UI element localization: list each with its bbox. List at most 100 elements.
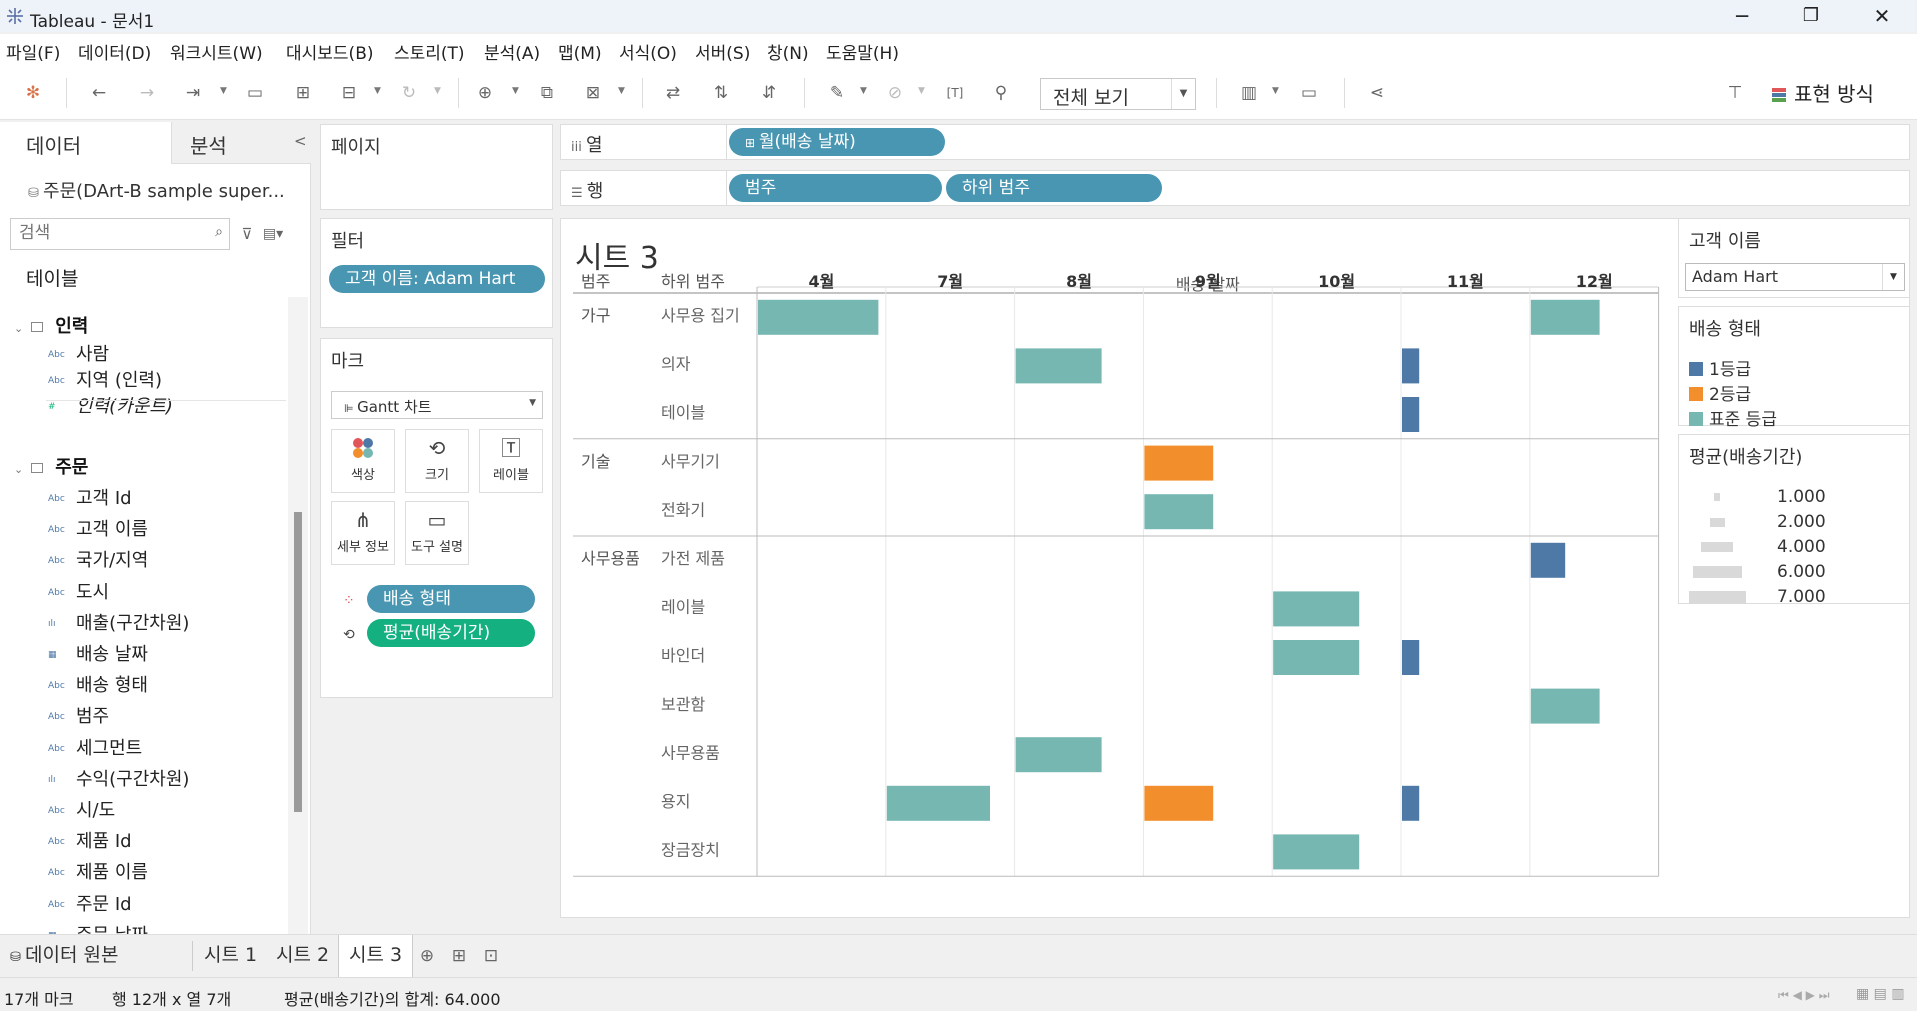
show-me-button[interactable]: 표현 방식 (1772, 78, 1874, 107)
show-cards-caret-icon[interactable]: ▼ (1272, 86, 1279, 96)
customer-filter-dropdown[interactable]: Adam Hart ▼ (1685, 263, 1905, 291)
field-item[interactable]: Abc 배송 형태 (48, 671, 148, 697)
legend-item[interactable]: 2등급 (1689, 380, 1751, 405)
refresh-icon[interactable]: ↻ (398, 82, 420, 104)
search-input[interactable] (19, 219, 199, 247)
group-caret-icon[interactable]: ▼ (918, 86, 925, 96)
mark-type-caret-icon[interactable]: ▼ (529, 398, 536, 408)
rows-pill-subcategory[interactable]: 하위 범주 (946, 174, 1162, 202)
field-item[interactable]: Abc 도시 (48, 578, 109, 604)
tab-analysis[interactable]: 분석 (190, 130, 227, 159)
size-pill-avg-ship-days[interactable]: 평균(배송기간) (367, 619, 535, 647)
legend-item[interactable]: 1등급 (1689, 355, 1751, 380)
clear-sheet-icon[interactable]: ⊠ (582, 82, 604, 104)
new-worksheet-tab-icon[interactable]: ⊕ (416, 945, 438, 967)
pause-updates-icon[interactable]: ⊟ (338, 82, 360, 104)
new-datasource-icon[interactable]: ⊞ (292, 82, 314, 104)
tab-data[interactable]: 데이터 (26, 130, 81, 159)
field-item[interactable]: ılı 수익(구간차원) (48, 765, 189, 791)
sheet-tab-3[interactable]: 시트 3 (338, 935, 414, 977)
field-item[interactable]: ılı 매출(구간차원) (48, 609, 189, 635)
field-item[interactable]: Abc 범주 (48, 702, 109, 728)
legend-item[interactable]: 표준 등급 (1689, 405, 1777, 430)
highlight-caret-icon[interactable]: ▼ (860, 86, 867, 96)
field-item[interactable]: Abc 사람 (48, 340, 109, 366)
restore-button[interactable]: ❐ (1786, 0, 1836, 32)
fit-view-dropdown[interactable]: 전체 보기 ▼ (1040, 78, 1196, 110)
table-group-people[interactable]: ⌄ 인력 (14, 312, 88, 338)
field-item[interactable]: Abc 주문 Id (48, 890, 132, 916)
pages-card[interactable]: 페이지 (320, 124, 553, 210)
field-item[interactable]: Abc 고객 이름 (48, 515, 148, 541)
format-painter-icon[interactable]: ⊤ (1724, 82, 1746, 104)
search-icon[interactable]: ⌕ (215, 224, 223, 240)
datasource-item[interactable]: ⛁ 주문(DArt-B sample super... (28, 177, 285, 203)
fit-view-caret-icon[interactable]: ▼ (1171, 79, 1195, 109)
save-icon[interactable]: ▭ (244, 82, 266, 104)
sheet-tab-1[interactable]: 시트 1 (194, 935, 267, 977)
replay-caret-icon[interactable]: ▼ (220, 86, 227, 96)
columns-shelf[interactable]: iii 열 ⊞ 월(배송 날짜) (560, 124, 1910, 160)
view-options-icon[interactable]: ▤▾ (262, 223, 284, 245)
menu-server[interactable]: 서버(S) (695, 39, 750, 64)
undo-icon[interactable]: ← (88, 82, 110, 104)
clear-caret-icon[interactable]: ▼ (618, 86, 625, 96)
field-item[interactable]: # 인력(카운트) (48, 392, 173, 418)
chevron-down-icon[interactable]: ⌄ (14, 463, 23, 476)
field-item[interactable]: Abc 제품 이름 (48, 858, 148, 884)
chevron-down-icon[interactable]: ⌄ (14, 322, 23, 335)
field-item[interactable]: Abc 고객 Id (48, 484, 132, 510)
search-field[interactable]: ⌕ (10, 218, 230, 250)
menu-analysis[interactable]: 분석(A) (484, 39, 540, 64)
filters-card[interactable]: 필터 고객 이름: Adam Hart (320, 218, 553, 328)
label-button[interactable]: 🅃 레이블 (479, 429, 543, 493)
color-pill-ship-mode[interactable]: 배송 형태 (367, 585, 535, 613)
menu-map[interactable]: 맵(M) (558, 39, 602, 64)
tableau-start-icon[interactable]: ✻ (22, 82, 44, 104)
menu-story[interactable]: 스토리(T) (394, 39, 465, 64)
menu-format[interactable]: 서식(O) (619, 39, 677, 64)
share-icon[interactable]: ⋖ (1366, 82, 1388, 104)
swap-axes-icon[interactable]: ⇄ (662, 82, 684, 104)
fix-axes-icon[interactable]: ⚲ (990, 82, 1012, 104)
table-group-orders[interactable]: ⌄ 주문 (14, 453, 88, 479)
mark-type-dropdown[interactable]: ⊫ Gantt 차트 ▼ (331, 391, 543, 419)
field-item[interactable]: ▦ 배송 날짜 (48, 640, 148, 666)
minimize-button[interactable]: ─ (1717, 0, 1767, 32)
nav-sheets-icon[interactable]: ⏮ ◀ ▶ ⏭ (1778, 988, 1830, 1003)
size-button[interactable]: ⟲ 크기 (405, 429, 469, 493)
new-worksheet-caret-icon[interactable]: ▼ (512, 86, 519, 96)
datasource-tab[interactable]: ⛁ 데이터 원본 (0, 935, 128, 977)
columns-pill-month[interactable]: ⊞ 월(배송 날짜) (729, 128, 945, 156)
new-worksheet-icon[interactable]: ⊕ (474, 82, 496, 104)
field-item[interactable]: Abc 세그먼트 (48, 734, 142, 760)
redo-icon[interactable]: → (136, 82, 158, 104)
show-cards-icon[interactable]: ▥ (1238, 82, 1260, 104)
rows-shelf[interactable]: ☰ 행 범주 하위 범주 (560, 170, 1910, 206)
pause-caret-icon[interactable]: ▼ (374, 86, 381, 96)
color-button[interactable]: 색상 (331, 429, 395, 493)
new-story-tab-icon[interactable]: ⊡ (480, 945, 502, 967)
menu-dashboard[interactable]: 대시보드(B) (286, 39, 374, 64)
filter-fields-icon[interactable]: ⊽ (236, 223, 258, 245)
sort-descending-icon[interactable]: ⇵ (758, 82, 780, 104)
field-item[interactable]: Abc 지역 (인력) (48, 366, 162, 392)
close-button[interactable]: ✕ (1857, 0, 1907, 32)
highlight-icon[interactable]: ✎ (826, 82, 848, 104)
menu-worksheet[interactable]: 워크시트(W) (170, 39, 263, 64)
sheet-tab-2[interactable]: 시트 2 (266, 935, 339, 977)
new-dashboard-tab-icon[interactable]: ⊞ (448, 945, 470, 967)
field-item[interactable]: Abc 시/도 (48, 796, 115, 822)
presentation-mode-icon[interactable]: ▭ (1298, 82, 1320, 104)
customer-dropdown-caret-icon[interactable]: ▼ (1882, 264, 1904, 290)
data-pane-scrollbar[interactable] (288, 297, 308, 937)
rows-pill-category[interactable]: 범주 (729, 174, 942, 202)
show-labels-icon[interactable]: [T] (944, 82, 966, 104)
tooltip-button[interactable]: ▭ 도구 설명 (405, 501, 469, 565)
filter-pill-customer[interactable]: 고객 이름: Adam Hart (329, 265, 545, 293)
sort-ascending-icon[interactable]: ⇅ (710, 82, 732, 104)
menu-help[interactable]: 도움말(H) (826, 39, 899, 64)
replay-icon[interactable]: ⇥ (182, 82, 204, 104)
menu-data[interactable]: 데이터(D) (78, 39, 151, 64)
scrollbar-thumb[interactable] (294, 512, 302, 812)
